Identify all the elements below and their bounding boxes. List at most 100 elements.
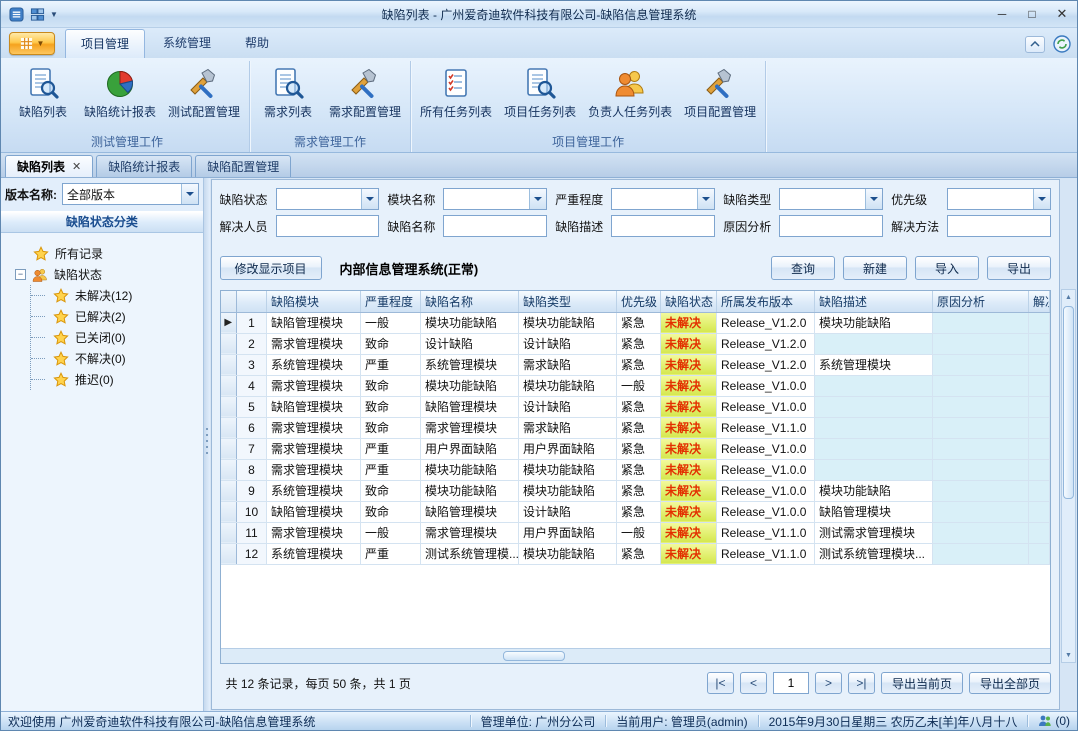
chevron-down-icon[interactable] — [697, 189, 714, 209]
column-header-3[interactable]: 缺陷类型 — [519, 291, 617, 312]
chevron-down-icon[interactable] — [181, 184, 198, 204]
next-page-button[interactable]: > — [815, 672, 842, 694]
ribbon-button-requirement-config-mgmt[interactable]: 需求配置管理 — [323, 62, 407, 123]
scroll-up-icon[interactable]: ▲ — [1062, 290, 1075, 304]
table-row[interactable]: 9系统管理模块致命模块功能缺陷模块功能缺陷紧急未解决Release_V1.0.0… — [221, 480, 1050, 501]
ribbon-button-test-config-mgmt[interactable]: 测试配置管理 — [162, 62, 246, 123]
ribbon-button-defect-stat-report[interactable]: 缺陷统计报表 — [78, 62, 162, 123]
maximize-button[interactable]: □ — [1017, 4, 1047, 25]
ribbon-tab-project-management[interactable]: 项目管理 — [65, 29, 145, 58]
column-header-2[interactable]: 缺陷名称 — [421, 291, 519, 312]
vertical-scrollbar[interactable]: ▲ ▼ — [1061, 289, 1076, 663]
export-current-page-button[interactable]: 导出当前页 — [881, 672, 963, 694]
ribbon-button-all-task-list[interactable]: 所有任务列表 — [414, 62, 498, 123]
tree-item-closed[interactable]: 已关闭(0) — [31, 327, 199, 348]
column-header-4[interactable]: 优先级 — [617, 291, 661, 312]
tree-item-defect-status[interactable]: −缺陷状态 — [5, 264, 199, 285]
table-row[interactable]: 6需求管理模块致命需求管理模块需求缺陷紧急未解决Release_V1.1.0 — [221, 417, 1050, 438]
table-row[interactable]: 5缺陷管理模块致命缺陷管理模块设计缺陷紧急未解决Release_V1.0.0 — [221, 396, 1050, 417]
page-number-input[interactable] — [773, 672, 809, 694]
modify-columns-button[interactable]: 修改显示项目 — [220, 256, 322, 280]
table-row[interactable]: 11需求管理模块一般需求管理模块用户界面缺陷一般未解决Release_V1.1.… — [221, 522, 1050, 543]
row-selector[interactable] — [221, 459, 237, 480]
column-header-5[interactable]: 缺陷状态 — [661, 291, 717, 312]
collapse-icon[interactable]: − — [15, 269, 26, 280]
chevron-down-icon[interactable] — [1033, 189, 1050, 209]
query-button[interactable]: 查询 — [771, 256, 835, 280]
tree-item-resolved[interactable]: 已解决(2) — [31, 306, 199, 327]
minimize-button[interactable]: ─ — [987, 4, 1017, 25]
tree-item-wont-fix[interactable]: 不解决(0) — [31, 348, 199, 369]
row-selector[interactable] — [221, 480, 237, 501]
scroll-down-icon[interactable]: ▼ — [1062, 648, 1075, 662]
filter-input-defect-description[interactable] — [611, 215, 715, 237]
table-row[interactable]: 10缺陷管理模块致命缺陷管理模块设计缺陷紧急未解决Release_V1.0.0缺… — [221, 501, 1050, 522]
tree-item-unresolved[interactable]: 未解决(12) — [31, 285, 199, 306]
table-row[interactable]: 3系统管理模块严重系统管理模块需求缺陷紧急未解决Release_V1.2.0系统… — [221, 354, 1050, 375]
table-row[interactable]: 4需求管理模块致命模块功能缺陷模块功能缺陷一般未解决Release_V1.0.0 — [221, 375, 1050, 396]
import-button[interactable]: 导入 — [915, 256, 979, 280]
horizontal-scrollbar[interactable] — [221, 648, 1051, 663]
table-row[interactable]: ▶1缺陷管理模块一般模块功能缺陷模块功能缺陷紧急未解决Release_V1.2.… — [221, 312, 1050, 333]
column-header-1[interactable]: 严重程度 — [361, 291, 421, 312]
column-header-6[interactable]: 所属发布版本 — [717, 291, 815, 312]
doc-tab-defect-list[interactable]: 缺陷列表✕ — [5, 155, 93, 177]
row-selector[interactable] — [221, 501, 237, 522]
row-selector[interactable] — [221, 333, 237, 354]
chevron-down-icon[interactable] — [361, 189, 378, 209]
sync-icon[interactable] — [1053, 35, 1071, 53]
ribbon-button-owner-task-list[interactable]: 负责人任务列表 — [582, 62, 678, 123]
ribbon-button-defect-list[interactable]: 缺陷列表 — [8, 62, 78, 123]
row-selector[interactable] — [221, 354, 237, 375]
filter-input-solution[interactable] — [947, 215, 1051, 237]
export-button[interactable]: 导出 — [987, 256, 1051, 280]
prev-page-button[interactable]: < — [740, 672, 767, 694]
filter-input-resolver[interactable] — [276, 215, 380, 237]
filter-select-defect-type[interactable] — [779, 188, 883, 210]
table-row[interactable]: 7需求管理模块严重用户界面缺陷用户界面缺陷紧急未解决Release_V1.0.0 — [221, 438, 1050, 459]
first-page-button[interactable]: |< — [707, 672, 734, 694]
close-button[interactable]: ✕ — [1047, 4, 1077, 25]
column-header-0[interactable]: 缺陷模块 — [267, 291, 361, 312]
ribbon-button-project-config-mgmt[interactable]: 项目配置管理 — [678, 62, 762, 123]
version-select[interactable]: 全部版本 — [62, 183, 199, 205]
row-selector[interactable] — [221, 543, 237, 564]
row-selector[interactable] — [221, 396, 237, 417]
close-icon[interactable]: ✕ — [72, 160, 81, 173]
table-row[interactable]: 12系统管理模块严重测试系统管理模...模块功能缺陷紧急未解决Release_V… — [221, 543, 1050, 564]
doc-tab-defect-config-mgmt[interactable]: 缺陷配置管理 — [195, 155, 291, 177]
column-header-7[interactable]: 缺陷描述 — [815, 291, 933, 312]
tree-item-all-records[interactable]: 所有记录 — [5, 243, 199, 264]
filter-select-severity[interactable] — [611, 188, 715, 210]
row-selector[interactable] — [221, 375, 237, 396]
filter-select-module-name[interactable] — [443, 188, 547, 210]
scrollbar-thumb[interactable] — [1063, 306, 1074, 499]
doc-tab-defect-stat-report[interactable]: 缺陷统计报表 — [96, 155, 192, 177]
table-row[interactable]: 2需求管理模块致命设计缺陷设计缺陷紧急未解决Release_V1.2.0 — [221, 333, 1050, 354]
filter-input-defect-name[interactable] — [443, 215, 547, 237]
collapse-ribbon-button[interactable] — [1025, 36, 1045, 53]
column-header-9[interactable]: 解决方法 — [1029, 291, 1050, 312]
row-selector[interactable] — [221, 438, 237, 459]
quick-access-dropdown-icon[interactable]: ▼ — [50, 10, 58, 19]
chevron-down-icon[interactable] — [865, 189, 882, 209]
last-page-button[interactable]: >| — [848, 672, 875, 694]
table-row[interactable]: 8需求管理模块严重模块功能缺陷模块功能缺陷紧急未解决Release_V1.0.0 — [221, 459, 1050, 480]
ribbon-tab-system-management[interactable]: 系统管理 — [147, 28, 227, 58]
export-all-pages-button[interactable]: 导出全部页 — [969, 672, 1051, 694]
column-header-8[interactable]: 原因分析 — [933, 291, 1029, 312]
chevron-down-icon[interactable] — [529, 189, 546, 209]
new-button[interactable]: 新建 — [843, 256, 907, 280]
row-selector[interactable] — [221, 417, 237, 438]
ribbon-tab-help[interactable]: 帮助 — [229, 28, 285, 58]
tree-item-postponed[interactable]: 推迟(0) — [31, 369, 199, 390]
application-menu-button[interactable]: ▼ — [9, 32, 55, 55]
window-list-icon[interactable] — [29, 6, 46, 23]
scrollbar-thumb[interactable] — [503, 651, 565, 661]
row-selector[interactable] — [221, 522, 237, 543]
filter-select-priority[interactable] — [947, 188, 1051, 210]
filter-input-cause-analysis[interactable] — [779, 215, 883, 237]
filter-select-defect-status[interactable] — [276, 188, 380, 210]
ribbon-button-project-task-list[interactable]: 项目任务列表 — [498, 62, 582, 123]
row-selector[interactable]: ▶ — [221, 312, 237, 333]
